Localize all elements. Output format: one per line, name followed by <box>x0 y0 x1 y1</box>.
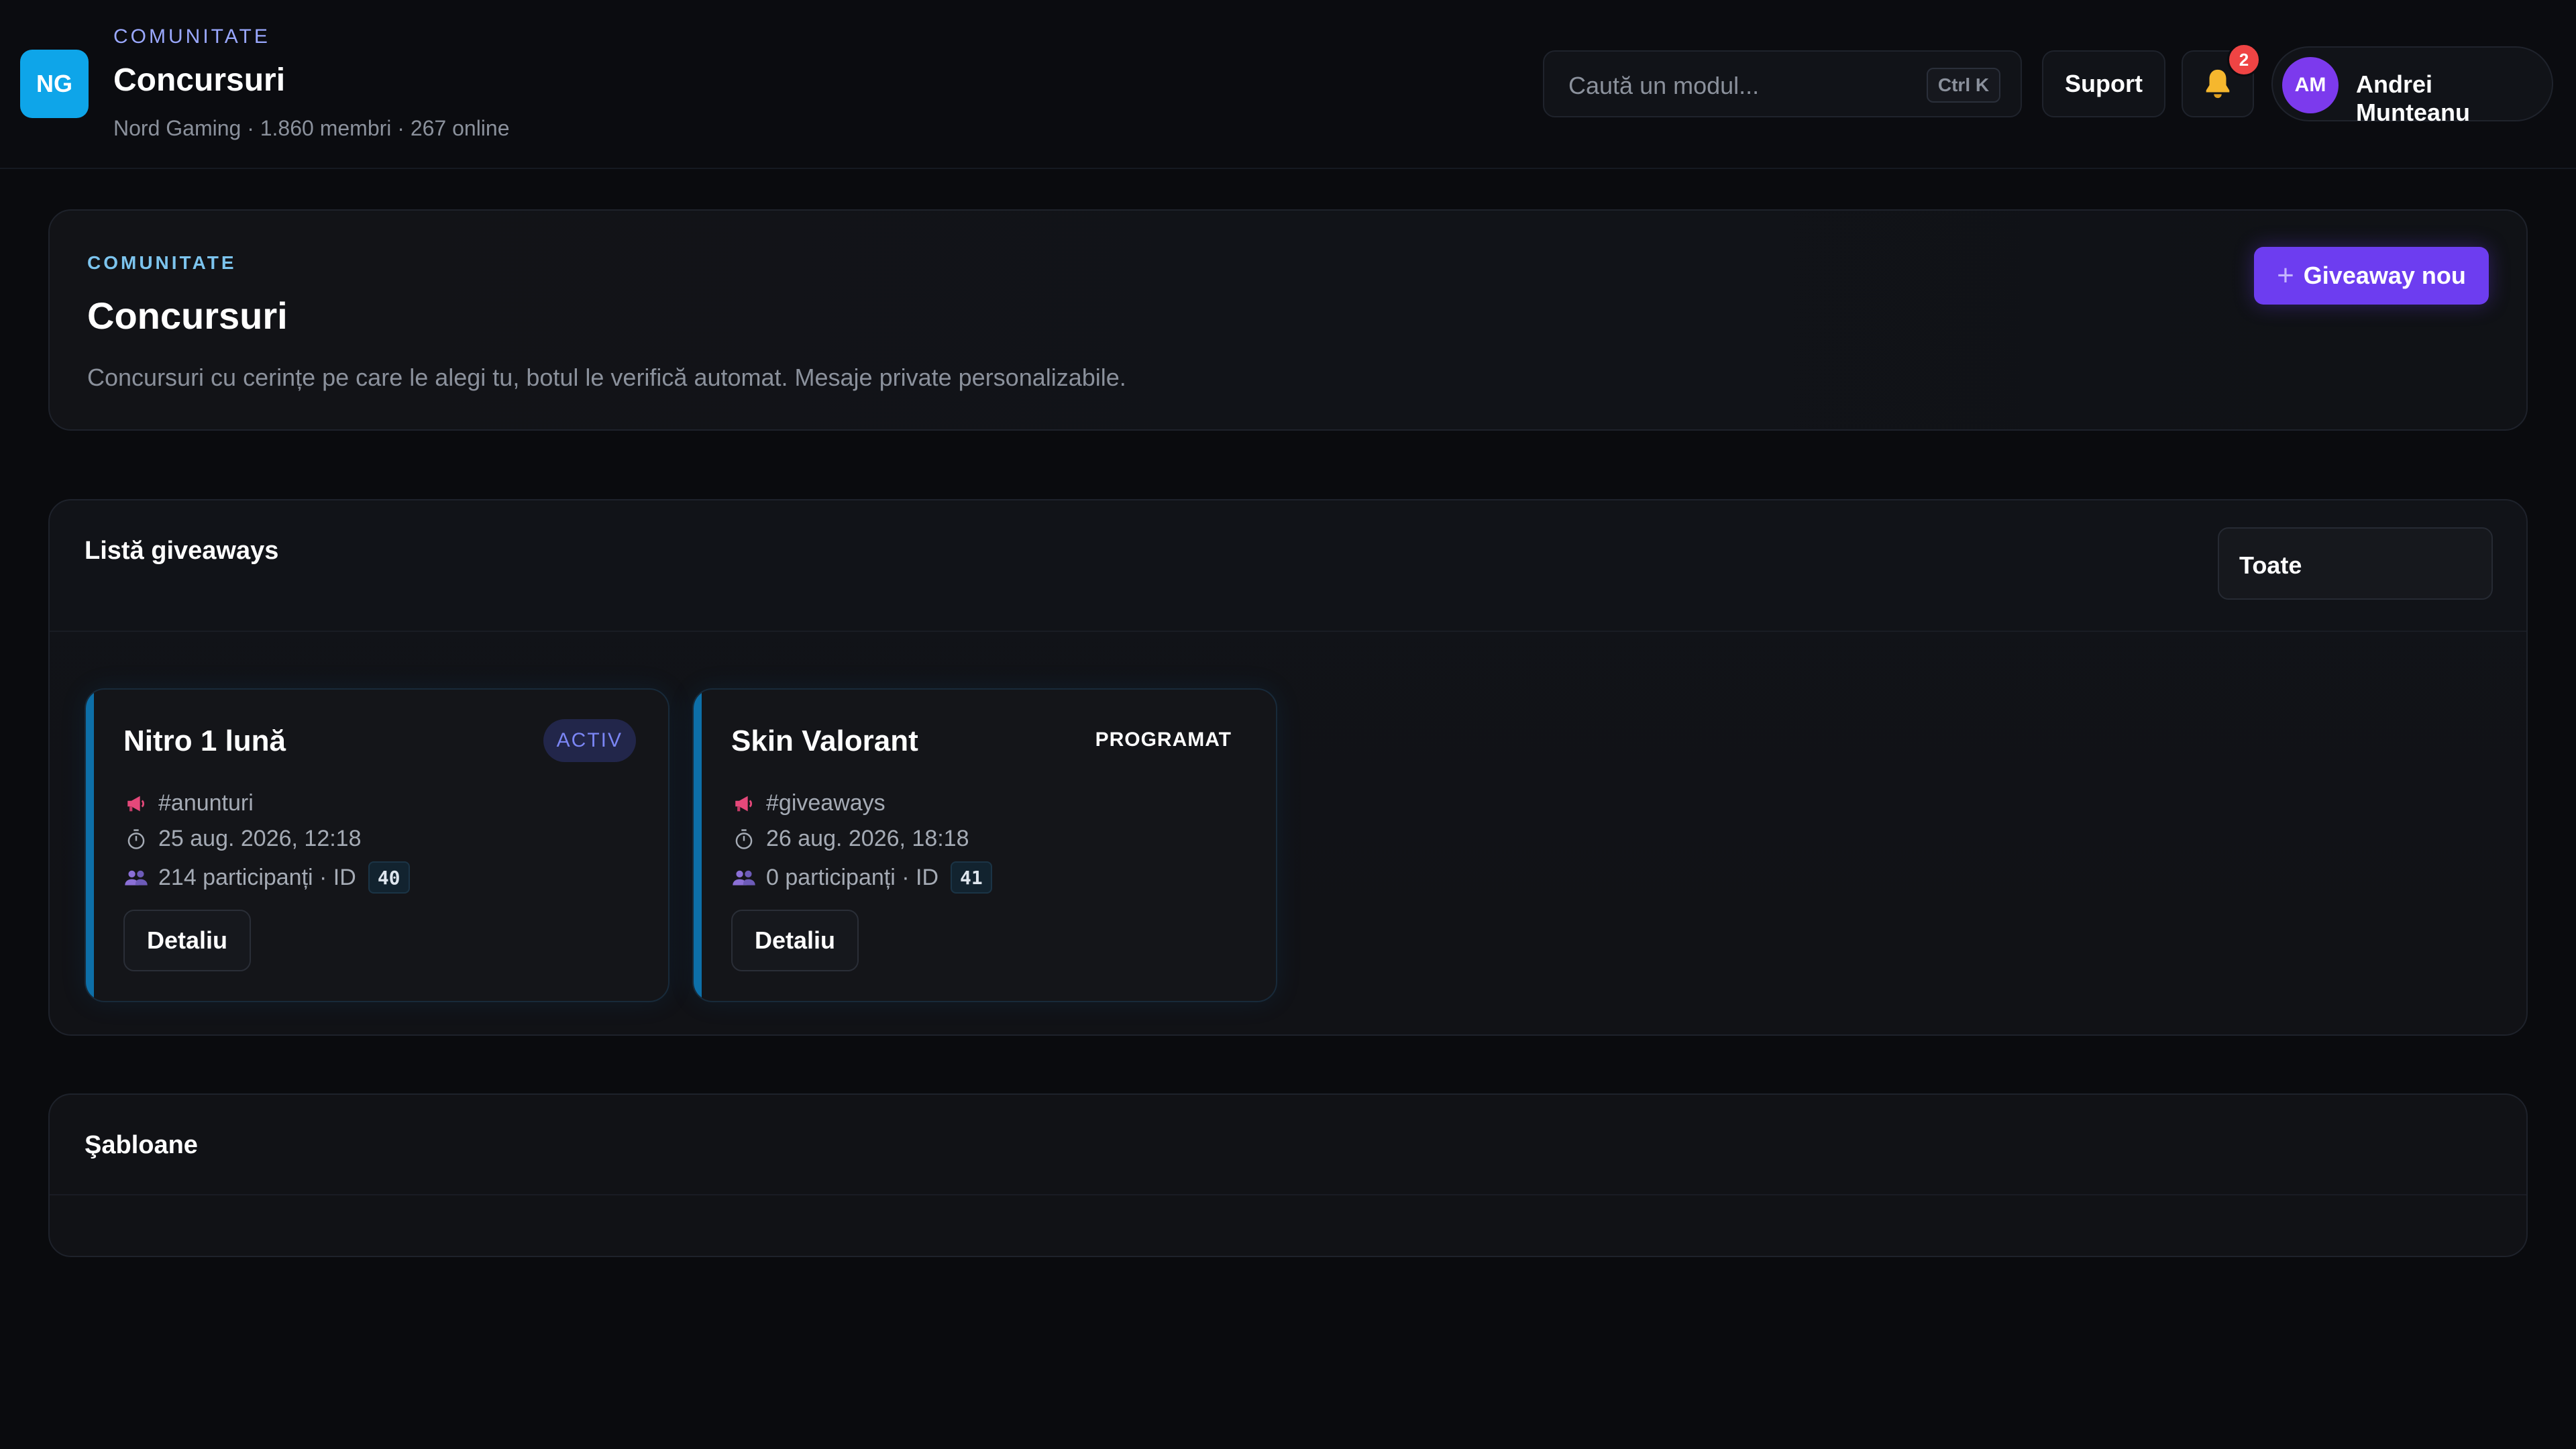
status-badge: ACTIV <box>543 719 636 762</box>
people-icon <box>731 868 757 887</box>
module-search[interactable]: Caută un modul... Ctrl K <box>1543 50 2022 117</box>
giveaway-title: Nitro 1 lună <box>123 724 286 757</box>
giveaway-channel: #anunturi <box>123 790 254 816</box>
giveaway-participants: 0 participanți · ID 41 <box>731 861 992 894</box>
page-title: Concursuri <box>113 62 286 98</box>
start-date: 26 aug. 2026, 18:18 <box>766 826 969 851</box>
giveaway-channel: #giveaways <box>731 790 885 816</box>
notification-count-badge: 2 <box>2227 43 2261 76</box>
giveaway-date: 26 aug. 2026, 18:18 <box>731 826 969 852</box>
templates-header: Şabloane <box>50 1095 2526 1195</box>
user-menu[interactable]: AM Andrei Munteanu <box>2271 46 2553 126</box>
giveaway-participants: 214 participanți · ID 40 <box>123 861 410 894</box>
people-icon <box>123 868 149 887</box>
giveaway-date: 25 aug. 2026, 12:18 <box>123 826 362 852</box>
support-button[interactable]: Suport <box>2042 50 2165 117</box>
section-description: Concursuri cu cerințe pe care le alegi t… <box>87 364 1126 391</box>
community-logo[interactable]: NG <box>20 50 89 118</box>
giveaway-card: Nitro 1 lună ACTIV #anunturi 25 aug. 202… <box>85 688 669 1002</box>
user-name: Andrei Munteanu <box>2356 70 2470 126</box>
megaphone-icon <box>731 794 757 814</box>
new-giveaway-button[interactable]: + Giveaway nou <box>2254 247 2489 305</box>
participants-count: 214 participanți · ID <box>158 864 356 890</box>
participants-count: 0 participanți · ID <box>766 864 938 890</box>
top-eyebrow: COMUNITATE <box>113 25 270 48</box>
card-accent-edge <box>86 690 94 1001</box>
plus-icon: + <box>2277 259 2294 292</box>
details-button[interactable]: Detaliu <box>123 910 251 971</box>
giveaway-title: Skin Valorant <box>731 724 918 757</box>
channel-name: #anunturi <box>158 790 254 816</box>
giveaway-id: 40 <box>368 861 410 894</box>
avatar: AM <box>2282 57 2339 113</box>
status-filter-select[interactable]: Toate <box>2218 527 2493 600</box>
status-badge: PROGRAMAT <box>1095 729 1232 751</box>
card-accent-edge <box>694 690 702 1001</box>
bell-icon <box>2206 69 2230 99</box>
templates-panel: Şabloane <box>48 1093 2528 1257</box>
status-filter-value: Toate <box>2239 551 2302 579</box>
templates-title: Şabloane <box>85 1131 198 1159</box>
section-title: Concursuri <box>87 294 288 337</box>
megaphone-icon <box>123 794 149 814</box>
giveaway-list-panel: Listă giveaways Toate Nitro 1 lună ACTIV… <box>48 499 2528 1036</box>
search-input[interactable]: Caută un modul... <box>1568 72 1759 100</box>
section-eyebrow: COMUNITATE <box>87 252 237 273</box>
top-bar: NG COMUNITATE Concursuri Nord Gaming · 1… <box>0 0 2576 169</box>
list-header: Listă giveaways Toate <box>50 500 2526 632</box>
new-giveaway-label: Giveaway nou <box>2303 262 2466 289</box>
details-button[interactable]: Detaliu <box>731 910 859 971</box>
stopwatch-icon <box>123 828 149 850</box>
giveaway-id: 41 <box>951 861 992 894</box>
channel-name: #giveaways <box>766 790 885 816</box>
search-shortcut-hint: Ctrl K <box>1927 68 2000 103</box>
page-header-card: COMUNITATE Concursuri Concursuri cu ceri… <box>48 209 2528 431</box>
list-title: Listă giveaways <box>85 537 279 565</box>
end-date: 25 aug. 2026, 12:18 <box>158 826 362 851</box>
stopwatch-icon <box>731 828 757 850</box>
community-stats: Nord Gaming · 1.860 membri · 267 online <box>113 116 510 140</box>
giveaway-card: Skin Valorant PROGRAMAT #giveaways 26 au… <box>692 688 1277 1002</box>
